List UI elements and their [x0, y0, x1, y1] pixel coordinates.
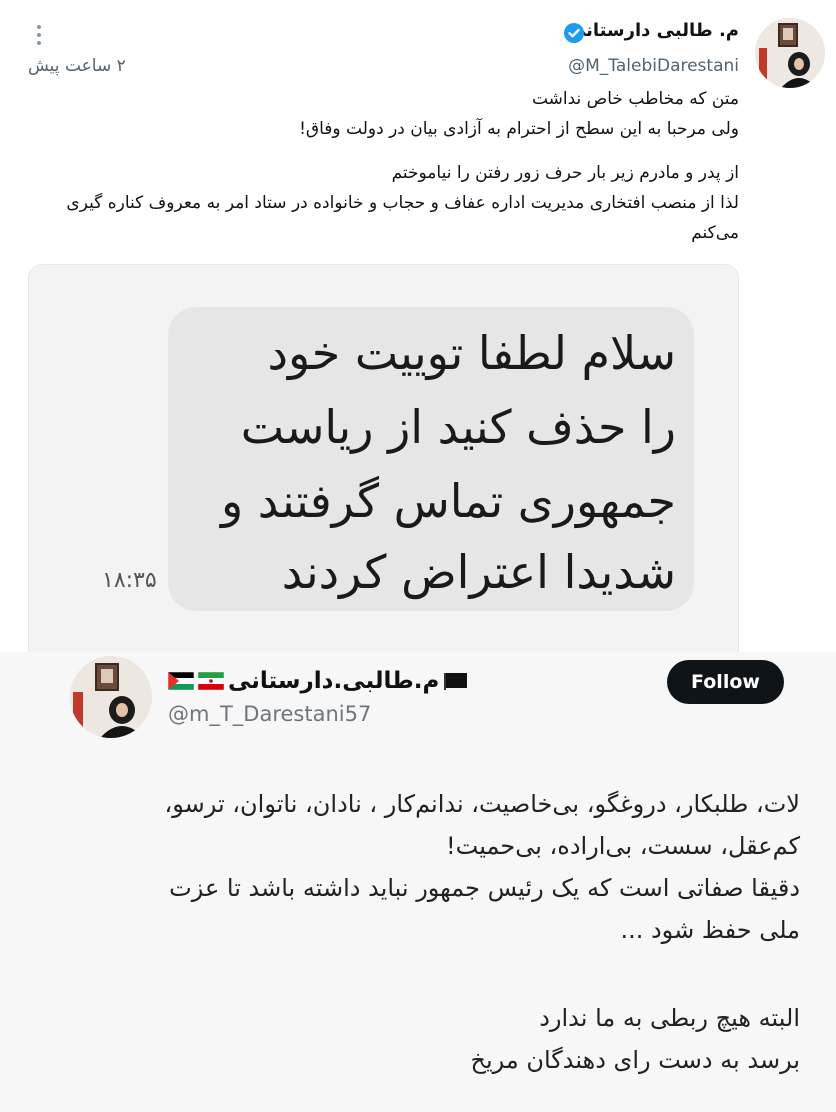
- more-options-icon[interactable]: [30, 22, 48, 48]
- tweet-text-line: متن که مخاطب خاص نداشت: [531, 89, 739, 109]
- username-handle[interactable]: @M_TalebiDarestani: [568, 56, 739, 76]
- display-name[interactable]: م. طالبی دارستانی: [568, 20, 739, 41]
- message-time: ۱۸:۳۵: [102, 568, 157, 593]
- tweet-text-line: کم‌عقل، سست، بی‌اراده، بی‌حمیت!: [446, 832, 800, 860]
- tweet-text-line: از پدر و مادرم زیر بار حرف زور رفتن را ن…: [391, 163, 739, 183]
- tweet-text-line: ملی حفظ شود ...: [620, 916, 800, 944]
- tweet-text-line: لات، طلبکار، دروغگو، بی‌خاصیت، ندانم‌کار…: [164, 790, 800, 818]
- display-name: م.طالبی.دارستانی: [228, 668, 440, 694]
- message-text-line: جمهوری تماس گرفتند و: [220, 474, 676, 528]
- iran-flag-icon: [197, 671, 225, 691]
- username-handle[interactable]: @m_T_Darestani57: [168, 702, 371, 726]
- message-text-line: سلام لطفا توییت خود: [267, 326, 676, 380]
- avatar[interactable]: [755, 18, 825, 88]
- timestamp[interactable]: ۲ ساعت پیش: [28, 56, 126, 76]
- tweet-text-line: دقیقا صفاتی است که یک رئیس جمهور نباید د…: [169, 874, 800, 902]
- black-flag-icon: [443, 672, 469, 690]
- verified-badge-icon: [563, 22, 585, 44]
- tweet-text-line: ولی مرحبا به این سطح از احترام به آزادی …: [299, 119, 739, 139]
- palestine-flag-icon: [167, 671, 195, 691]
- follow-button[interactable]: Follow: [667, 660, 784, 704]
- tweet-text-line: لذا از منصب افتخاری مدیریت اداره عفاف و …: [66, 193, 739, 213]
- message-text-line: را حذف کنید از ریاست: [240, 400, 676, 454]
- tweet-text-line: می‌کنم: [691, 223, 739, 243]
- avatar[interactable]: [70, 656, 152, 738]
- message-text-line: شدیدا اعتراض کردند: [281, 545, 676, 599]
- display-name-row[interactable]: م.طالبی.دارستانی: [167, 664, 469, 698]
- tweet-text-line: برسد به دست رای دهندگان مریخ: [470, 1046, 800, 1074]
- tweet-text-line: البته هیچ ربطی به ما ندارد: [539, 1004, 800, 1032]
